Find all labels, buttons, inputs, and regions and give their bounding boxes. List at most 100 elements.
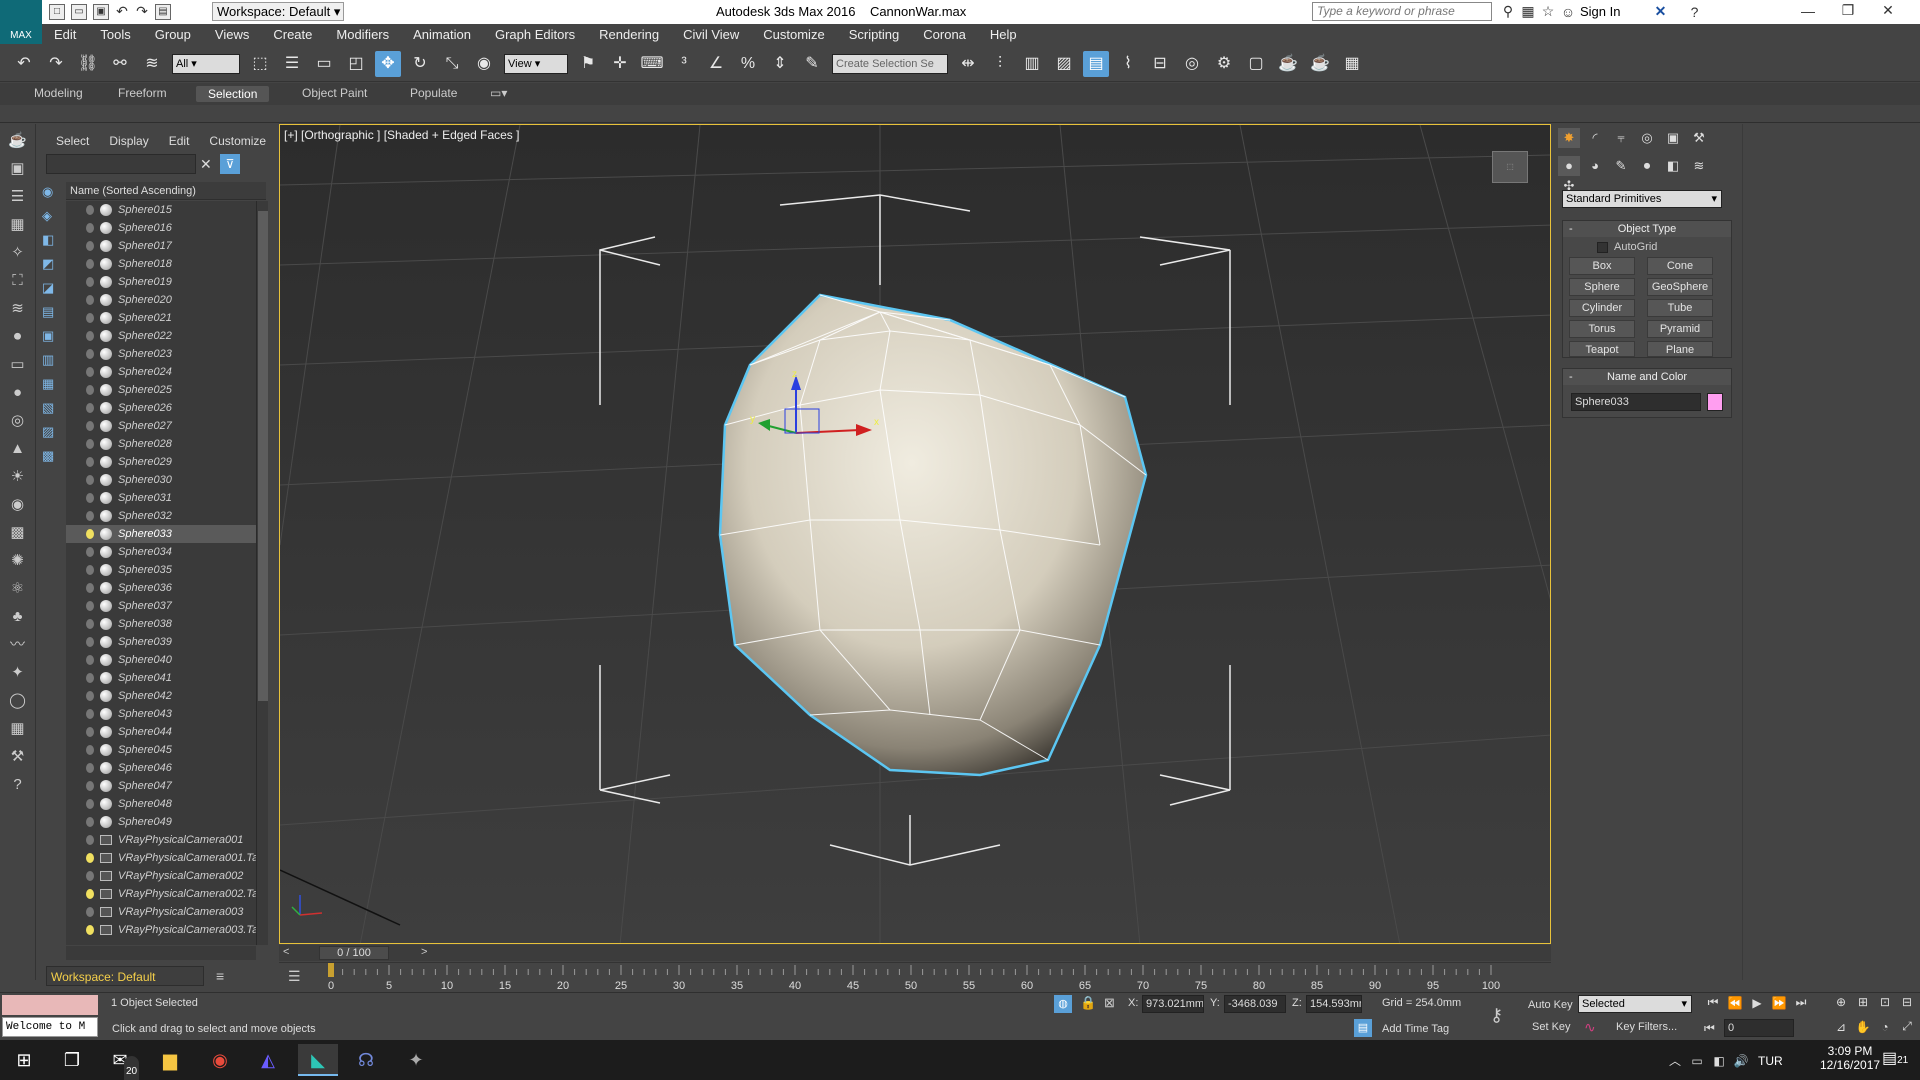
current-frame-marker[interactable] <box>328 963 334 977</box>
favorites-star-icon[interactable]: ☆ <box>1538 3 1558 20</box>
sphere-button[interactable]: Sphere <box>1569 278 1635 296</box>
time-slider-thumb[interactable]: 0 / 100 <box>319 946 389 960</box>
menu-civil-view[interactable]: Civil View <box>683 24 739 46</box>
user-icon[interactable]: ☺ <box>1558 4 1578 20</box>
display-icon[interactable]: ▣ <box>6 158 30 180</box>
zoom-all-icon[interactable]: ⊞ <box>1852 995 1874 1009</box>
maxscript-listener-pink[interactable] <box>2 995 98 1015</box>
explorer-item[interactable]: Sphere018 <box>66 255 256 273</box>
explorer-item[interactable]: Sphere041 <box>66 669 256 687</box>
explorer-item[interactable]: Sphere036 <box>66 579 256 597</box>
new-file-icon[interactable]: □ <box>49 3 65 20</box>
explorer-item[interactable]: Sphere027 <box>66 417 256 435</box>
explorer-menu-customize[interactable]: Customize <box>209 134 266 148</box>
visibility-bulb-icon[interactable] <box>86 439 94 449</box>
visibility-bulb-icon[interactable] <box>86 223 94 233</box>
lights-icon[interactable]: ✎ <box>1610 156 1632 176</box>
menu-animation[interactable]: Animation <box>413 24 471 46</box>
zoom-extents-all-icon[interactable]: ⊟ <box>1896 995 1918 1009</box>
select-scale-icon[interactable]: ⤡ <box>439 51 465 77</box>
task-view-icon[interactable]: ❐ <box>52 1044 92 1076</box>
track-bar[interactable]: 0 5 10 15 20 25 30 35 40 45 50 55 60 65 70 75 80 85 90 95 10… <box>279 962 1551 992</box>
zoom-extents-icon[interactable]: ⊡ <box>1874 995 1896 1009</box>
menu-tools[interactable]: Tools <box>100 24 130 46</box>
key-filters-button[interactable]: Key Filters... <box>1616 1021 1677 1033</box>
explorer-column-header[interactable]: Name (Sorted Ascending) <box>66 182 266 200</box>
rect-selection-icon[interactable]: ▭ <box>311 51 337 77</box>
create-teapot-icon[interactable]: ☕ <box>6 130 30 152</box>
subscription-icon[interactable]: ▦ <box>1518 3 1538 20</box>
visibility-bulb-icon[interactable] <box>86 457 94 467</box>
viewport-canvas[interactable]: z x y <box>280 125 1551 944</box>
undo-icon[interactable]: ↶ <box>112 3 132 20</box>
visibility-bulb-icon[interactable] <box>86 403 94 413</box>
ribbon-options-icon[interactable]: ▭▾ <box>490 86 507 100</box>
utilities-tab-icon[interactable]: ⚒ <box>1688 128 1710 148</box>
sphere-icon[interactable]: ● <box>6 382 30 404</box>
explorer-item[interactable]: VRayPhysicalCamera001.Ta <box>66 849 256 867</box>
3ds-max-taskbar-icon[interactable]: ◣ <box>298 1044 338 1076</box>
file-explorer-icon[interactable]: ▆ <box>150 1044 190 1076</box>
spacewarps-icon[interactable]: ≋ <box>1688 156 1710 176</box>
snaps-toggle-icon[interactable]: ³ <box>671 51 697 77</box>
app-logo[interactable]: MAX <box>0 0 42 44</box>
light-icon[interactable]: ✧ <box>6 242 30 264</box>
input-language[interactable]: TUR <box>1758 1054 1783 1068</box>
visibility-bulb-icon[interactable] <box>86 619 94 629</box>
absolute-mode-icon[interactable]: ⊠ <box>1104 995 1115 1011</box>
explorer-menu-edit[interactable]: Edit <box>169 134 190 148</box>
rendered-frame-window-icon[interactable]: ▢ <box>1243 51 1269 77</box>
tab-object-paint[interactable]: Object Paint <box>302 86 367 100</box>
sphere-gizmo-icon[interactable]: ◯ <box>6 690 30 712</box>
explorer-item[interactable]: Sphere031 <box>66 489 256 507</box>
visibility-bulb-icon[interactable] <box>86 475 94 485</box>
box-button[interactable]: Box <box>1569 257 1635 275</box>
spacewarps-icon[interactable]: ≋ <box>6 298 30 320</box>
explorer-item[interactable]: VRayPhysicalCamera002 <box>66 867 256 885</box>
window-crossing-icon[interactable]: ◰ <box>343 51 369 77</box>
visibility-bulb-icon[interactable] <box>86 799 94 809</box>
hierarchy-tab-icon[interactable]: ⫧ <box>1610 128 1632 148</box>
explorer-item[interactable]: Sphere019 <box>66 273 256 291</box>
named-selection-set-dropdown[interactable]: Create Selection Se <box>832 53 948 74</box>
visibility-bulb-icon[interactable] <box>86 601 94 611</box>
bones-icon[interactable]: ✦ <box>6 662 30 684</box>
go-to-start-icon[interactable]: ⏮ <box>1702 995 1724 1010</box>
cylinder-button[interactable]: Cylinder <box>1569 299 1635 317</box>
exchange-icon[interactable]: ✕ <box>1650 3 1670 20</box>
prev-key-icon[interactable]: ⏪ <box>1724 996 1746 1010</box>
shape-icon[interactable]: ▭ <box>6 354 30 376</box>
unlink-icon[interactable]: ⚯ <box>107 51 133 77</box>
visibility-bulb-icon[interactable] <box>86 349 94 359</box>
teapot-button[interactable]: Teapot <box>1569 341 1635 357</box>
visibility-bulb-icon[interactable] <box>86 853 94 863</box>
layer-explorer-icon[interactable]: ≡ <box>216 968 224 984</box>
render-iterative-icon[interactable]: ☕ <box>1307 51 1333 77</box>
explorer-item[interactable]: VRayPhysicalCamera003 <box>66 903 256 921</box>
orbit-icon[interactable]: ◔ <box>1874 1020 1896 1034</box>
shapes-icon[interactable]: ◕ <box>1584 156 1606 176</box>
visibility-bulb-icon[interactable] <box>86 745 94 755</box>
name-and-color-header[interactable]: - Name and Color <box>1563 369 1731 385</box>
viewcube[interactable]: ⬚ <box>1492 151 1528 183</box>
percent-snap-icon[interactable]: % <box>735 51 761 77</box>
zoom-icon[interactable]: ⊕ <box>1830 995 1852 1009</box>
visibility-bulb-icon[interactable] <box>86 205 94 215</box>
field-of-view-icon[interactable]: ⊿ <box>1830 1020 1852 1034</box>
help-search-input[interactable]: Type a keyword or phrase <box>1312 2 1492 21</box>
help-icon[interactable]: ? <box>6 774 30 796</box>
object-color-swatch[interactable] <box>1707 393 1723 411</box>
visibility-bulb-icon[interactable] <box>86 727 94 737</box>
explorer-item[interactable]: Sphere046 <box>66 759 256 777</box>
redo-icon[interactable]: ↷ <box>132 3 152 20</box>
layers-icon[interactable]: ▦ <box>6 214 30 236</box>
filter-cameras-icon[interactable]: ◩ <box>42 256 62 272</box>
explorer-item[interactable]: Sphere028 <box>66 435 256 453</box>
explorer-item[interactable]: Sphere037 <box>66 597 256 615</box>
hierarchy-icon[interactable]: ⚛ <box>6 578 30 600</box>
visibility-bulb-icon[interactable] <box>86 529 94 539</box>
explorer-item[interactable]: Sphere040 <box>66 651 256 669</box>
explorer-item[interactable]: Sphere032 <box>66 507 256 525</box>
explorer-menu-display[interactable]: Display <box>109 134 148 148</box>
cone-icon[interactable]: ▲ <box>6 438 30 460</box>
